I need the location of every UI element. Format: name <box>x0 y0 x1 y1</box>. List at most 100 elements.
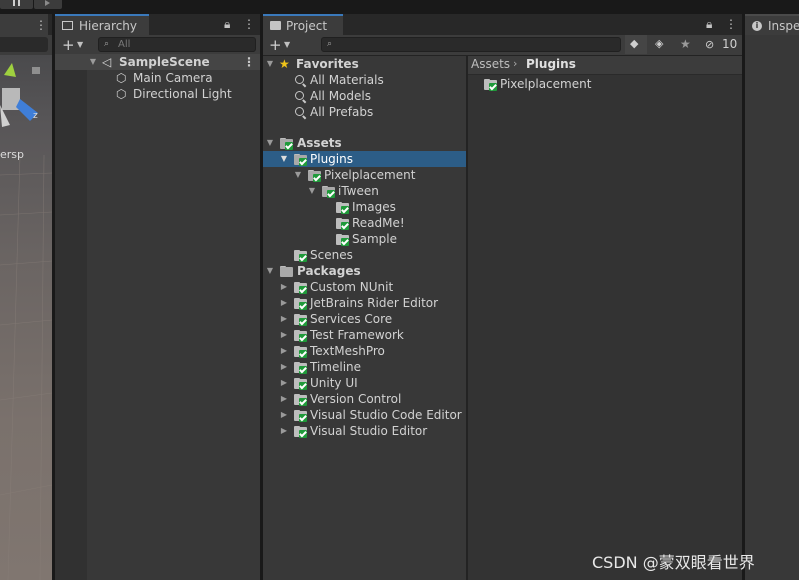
search-by-label-button[interactable]: ◈ <box>650 35 672 54</box>
tree-item-package[interactable]: ▶ Services Core <box>263 311 466 327</box>
content-item[interactable]: Pixelplacement <box>468 76 742 92</box>
folder-icon <box>294 282 307 294</box>
eye-slash-icon: ⊘ <box>705 38 715 51</box>
projection-label[interactable]: ersp <box>0 148 24 161</box>
tree-item-favorite[interactable]: All Prefabs <box>263 104 466 120</box>
tree-item-label: Plugins <box>310 152 353 166</box>
lock-icon[interactable]: 🔒︎ <box>224 14 230 35</box>
tree-item-label: Version Control <box>310 392 402 406</box>
tree-item-scenes[interactable]: Scenes <box>263 247 466 263</box>
collapsed-triangle-icon[interactable]: ▶ <box>279 375 289 391</box>
tree-item-packages[interactable]: ▼ Packages <box>263 263 466 279</box>
scene-viewport[interactable]: z ersp <box>0 55 52 580</box>
scene-row[interactable]: ▼ ◁ SampleScene ⋮ <box>55 54 260 70</box>
tree-item-label: Visual Studio Code Editor <box>310 408 462 422</box>
gameobject-cube-icon: ⬡ <box>116 87 127 101</box>
top-toolbar <box>0 0 799 10</box>
tree-item-favorite[interactable]: All Materials <box>263 72 466 88</box>
tree-item-itween[interactable]: ▼ iTween <box>263 183 466 199</box>
tab-inspector[interactable]: i Inspe <box>745 14 799 35</box>
collapsed-triangle-icon[interactable]: ▶ <box>279 359 289 375</box>
project-panel: Project 🔒︎ ⋮ + ▼ ⌕ ◆ ◈ ★ ⊘ 10 ▼ ★ Favori… <box>263 14 742 580</box>
pause-button[interactable] <box>0 0 33 9</box>
tree-item-package[interactable]: ▶ Version Control <box>263 391 466 407</box>
collapsed-triangle-icon[interactable]: ▶ <box>279 423 289 439</box>
info-icon: i <box>752 21 762 31</box>
collapsed-triangle-icon[interactable]: ▶ <box>279 391 289 407</box>
tree-item-package[interactable]: ▶ JetBrains Rider Editor <box>263 295 466 311</box>
scene-search-input[interactable] <box>0 37 48 52</box>
folder-icon <box>294 346 307 358</box>
hierarchy-item[interactable]: ⬡ Directional Light <box>55 86 260 102</box>
folder-open-icon <box>280 138 293 150</box>
more-menu-icon[interactable]: ⋮ <box>725 14 737 35</box>
collapsed-triangle-icon[interactable]: ▶ <box>279 311 289 327</box>
expand-triangle-icon[interactable]: ▼ <box>265 263 275 279</box>
folder-icon <box>484 79 497 91</box>
more-menu-icon[interactable]: ⋮ <box>243 14 255 35</box>
tree-item-package[interactable]: ▶ Unity UI <box>263 375 466 391</box>
expand-triangle-icon[interactable]: ▼ <box>265 135 275 151</box>
create-dropdown-icon[interactable]: ▼ <box>284 36 290 54</box>
breadcrumb-assets[interactable]: Assets <box>471 57 510 71</box>
hierarchy-tab-label: Hierarchy <box>79 19 138 33</box>
search-by-type-button[interactable]: ◆ <box>625 35 647 54</box>
create-plus-icon[interactable]: + <box>269 36 282 54</box>
breadcrumb-plugins[interactable]: Plugins <box>526 57 576 71</box>
hierarchy-search-input[interactable]: ⌕ All <box>98 37 256 52</box>
expand-triangle-icon[interactable]: ▼ <box>265 56 275 72</box>
expand-triangle-icon[interactable]: ▼ <box>307 183 317 199</box>
collapsed-triangle-icon[interactable]: ▶ <box>279 343 289 359</box>
expand-triangle-icon[interactable]: ▼ <box>293 167 303 183</box>
save-search-button[interactable]: ★ <box>675 35 697 54</box>
lock-icon[interactable]: 🔒︎ <box>706 14 712 35</box>
tab-project[interactable]: Project <box>263 14 343 35</box>
collapsed-triangle-icon[interactable]: ▶ <box>279 327 289 343</box>
more-menu-icon[interactable]: ⋮ <box>35 18 47 32</box>
tree-item-assets[interactable]: ▼ Assets <box>263 135 466 151</box>
step-button[interactable] <box>34 0 62 9</box>
scene-view-panel: ⋮ z ersp <box>0 14 52 580</box>
expand-triangle-icon[interactable]: ▼ <box>88 54 98 70</box>
tree-item-folder[interactable]: Images <box>263 199 466 215</box>
tree-item-package[interactable]: ▶ Visual Studio Code Editor <box>263 407 466 423</box>
hierarchy-item[interactable]: ⬡ Main Camera <box>55 70 260 86</box>
tree-item-plugins[interactable]: ▼ Plugins <box>263 151 466 167</box>
expand-triangle-icon[interactable]: ▼ <box>279 151 289 167</box>
hierarchy-gutter <box>55 56 87 580</box>
tree-item-package[interactable]: ▶ Custom NUnit <box>263 279 466 295</box>
tree-item-favorites[interactable]: ▼ ★ Favorites <box>263 56 466 72</box>
tree-item-label: JetBrains Rider Editor <box>310 296 439 310</box>
tree-item-package[interactable]: ▶ TextMeshPro <box>263 343 466 359</box>
tab-hierarchy[interactable]: Hierarchy <box>55 14 149 35</box>
tree-item-package[interactable]: ▶ Timeline <box>263 359 466 375</box>
search-icon <box>295 107 304 116</box>
tree-item-label: Sample <box>352 232 397 246</box>
hierarchy-item-label: Directional Light <box>133 87 232 101</box>
hidden-packages-toggle[interactable]: ⊘ 10 <box>703 35 741 54</box>
search-icon: ⌕ <box>327 39 333 49</box>
tree-item-label: ReadMe! <box>352 216 405 230</box>
tree-item-package[interactable]: ▶ Visual Studio Editor <box>263 423 466 439</box>
tree-item-label: Assets <box>297 136 342 150</box>
folder-icon <box>294 394 307 406</box>
scene-more-icon[interactable]: ⋮ <box>243 54 255 70</box>
folder-tab-icon <box>270 21 281 30</box>
project-search-input[interactable]: ⌕ <box>321 37 621 52</box>
collapsed-triangle-icon[interactable]: ▶ <box>279 407 289 423</box>
create-plus-icon[interactable]: + <box>62 36 75 54</box>
search-icon: ⌕ <box>104 39 110 49</box>
inspector-tab-label: Inspe <box>768 19 799 33</box>
tree-item-folder[interactable]: Sample <box>263 231 466 247</box>
tree-item-folder[interactable]: ReadMe! <box>263 215 466 231</box>
tree-item-package[interactable]: ▶ Test Framework <box>263 327 466 343</box>
create-dropdown-icon[interactable]: ▼ <box>77 36 83 54</box>
search-icon <box>295 75 304 84</box>
tree-item-favorite[interactable]: All Models <box>263 88 466 104</box>
scene-gizmo-icon[interactable] <box>0 55 52 145</box>
collapsed-triangle-icon[interactable]: ▶ <box>279 295 289 311</box>
collapsed-triangle-icon[interactable]: ▶ <box>279 279 289 295</box>
tree-item-pixelplacement[interactable]: ▼ Pixelplacement <box>263 167 466 183</box>
star-icon: ★ <box>680 37 691 51</box>
tree-item-label: Visual Studio Editor <box>310 424 428 438</box>
